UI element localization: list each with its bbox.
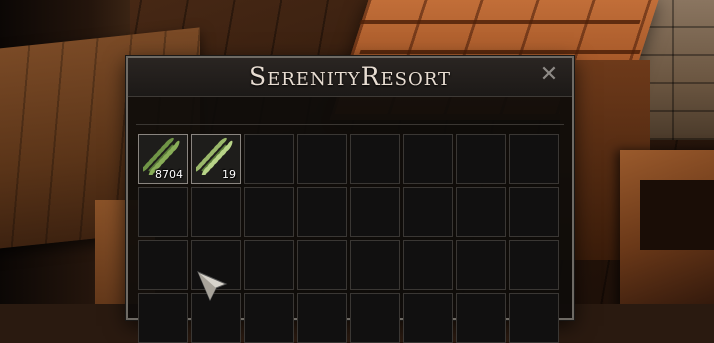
inventory-slot[interactable]	[403, 240, 453, 290]
inventory-slot[interactable]	[297, 134, 347, 184]
inventory-slot[interactable]	[456, 187, 506, 237]
inventory-slot[interactable]	[138, 240, 188, 290]
inventory-slot[interactable]	[456, 240, 506, 290]
inventory-slot[interactable]	[509, 293, 559, 343]
item-quantity: 8704	[155, 168, 183, 181]
inventory-slot[interactable]	[244, 293, 294, 343]
inventory-slot[interactable]	[456, 293, 506, 343]
close-icon[interactable]: ✕	[538, 64, 560, 86]
crate-opening	[640, 180, 714, 250]
inventory-slot[interactable]	[297, 240, 347, 290]
item-quantity: 19	[222, 168, 236, 181]
inventory-slot[interactable]	[403, 293, 453, 343]
chest-band	[359, 20, 641, 24]
inventory-slot[interactable]	[403, 187, 453, 237]
inventory-slot[interactable]	[138, 293, 188, 343]
inventory-slot[interactable]	[297, 293, 347, 343]
inventory-slot[interactable]	[509, 187, 559, 237]
inventory-grid: 8704 19	[138, 134, 559, 343]
inventory-slot[interactable]: 19	[191, 134, 241, 184]
inventory-slot[interactable]	[350, 134, 400, 184]
inventory-slot[interactable]	[509, 240, 559, 290]
inventory-slot[interactable]	[191, 187, 241, 237]
inventory-slot[interactable]	[456, 134, 506, 184]
inventory-slot[interactable]	[138, 187, 188, 237]
inventory-slot[interactable]: 8704	[138, 134, 188, 184]
inventory-slot[interactable]	[350, 240, 400, 290]
inventory-slot[interactable]	[244, 240, 294, 290]
inventory-slot[interactable]	[244, 134, 294, 184]
window-titlebar[interactable]: SerenityResort ✕	[128, 58, 572, 97]
window-subbar	[136, 102, 564, 125]
inventory-slot[interactable]	[350, 293, 400, 343]
storage-window: SerenityResort ✕ 8704 19	[126, 56, 574, 343]
inventory-slot[interactable]	[297, 187, 347, 237]
inventory-slot[interactable]	[244, 187, 294, 237]
inventory-slot[interactable]	[403, 134, 453, 184]
chest-band	[359, 50, 641, 54]
mouse-cursor-icon	[197, 271, 228, 302]
inventory-slot[interactable]	[509, 134, 559, 184]
inventory-slot[interactable]	[350, 187, 400, 237]
window-title: SerenityResort	[248, 62, 451, 91]
